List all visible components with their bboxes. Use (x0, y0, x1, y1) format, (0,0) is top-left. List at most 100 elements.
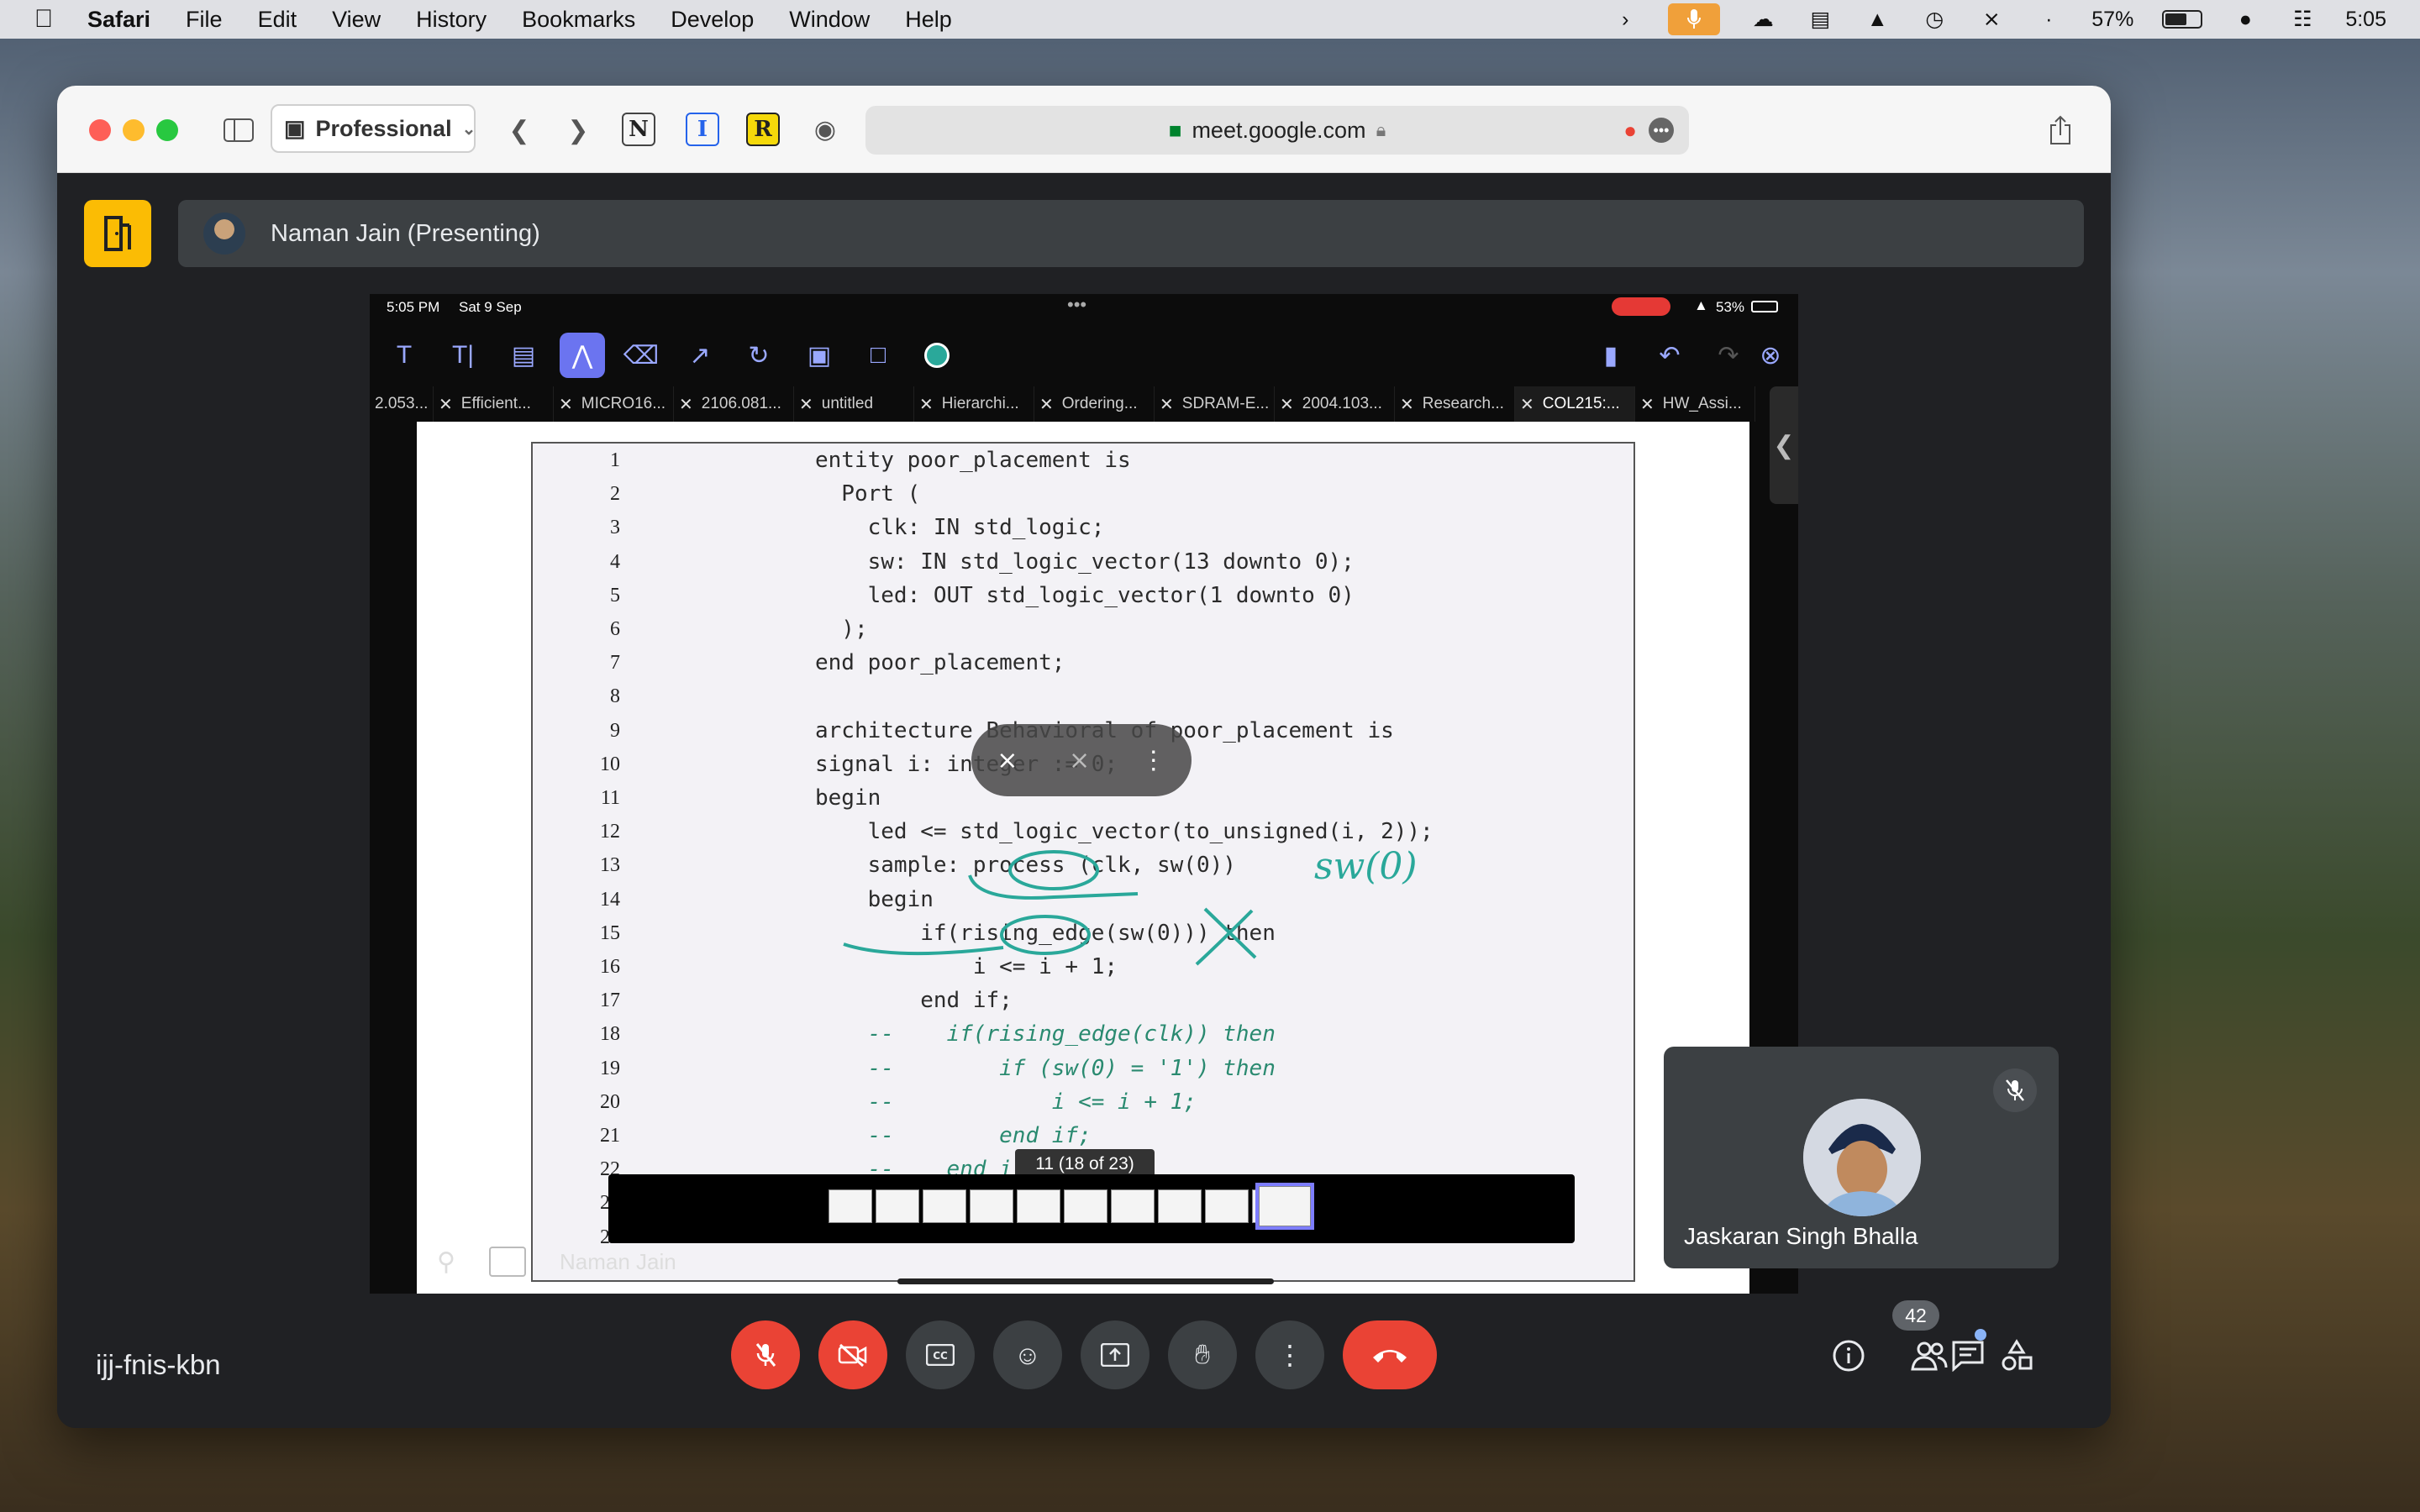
menu-window[interactable]: Window (789, 7, 870, 33)
battery-icon[interactable] (2162, 10, 2203, 29)
pen-tool-icon[interactable]: ⋀ (560, 333, 605, 378)
menu-view[interactable]: View (332, 7, 381, 33)
close-toolbar-icon[interactable]: ⊗ (1748, 333, 1793, 378)
unpin-icon[interactable]: ⨯ (997, 746, 1018, 775)
minimize-window-button[interactable] (123, 119, 145, 141)
close-tab-icon[interactable]: ✕ (679, 394, 693, 415)
back-button[interactable]: ❮ (502, 111, 536, 150)
page-thumbnail-selected[interactable] (1255, 1183, 1314, 1230)
close-tab-icon[interactable]: ✕ (1400, 394, 1414, 415)
mic-in-use-icon[interactable]: ● (1623, 118, 1637, 144)
chat-icon[interactable] (1948, 1336, 1988, 1376)
close-window-button[interactable] (89, 119, 111, 141)
drive-icon[interactable]: ▲ (1863, 7, 1891, 32)
pin-icon[interactable]: ⚲ (437, 1247, 455, 1277)
notion-extension-icon[interactable]: N (622, 113, 655, 146)
page-thumbnail[interactable] (876, 1189, 919, 1223)
doc-tab[interactable]: ✕ HW_Assi... (1635, 386, 1755, 422)
selection-tool-icon[interactable]: □ (855, 333, 901, 378)
page-thumbnail[interactable] (970, 1189, 1013, 1223)
menu-help[interactable]: Help (905, 7, 952, 33)
menu-edit[interactable]: Edit (258, 7, 297, 33)
menu-bookmarks[interactable]: Bookmarks (522, 7, 635, 33)
menu-file[interactable]: File (186, 7, 223, 33)
doc-tab[interactable]: ✕ Ordering... (1034, 386, 1155, 422)
chevron-right-icon[interactable]: › (1611, 7, 1639, 32)
page-thumbnail[interactable] (1064, 1189, 1107, 1223)
doc-tab[interactable]: ✕ Efficient... (434, 386, 554, 422)
menu-history[interactable]: History (416, 7, 487, 33)
comment-tool-icon[interactable]: ▤ (501, 333, 546, 378)
meeting-details-icon[interactable] (1828, 1336, 1869, 1376)
microphone-active-icon[interactable] (1668, 3, 1721, 35)
emoji-reactions-button[interactable]: ☺ (993, 1320, 1062, 1389)
doc-tab[interactable]: ✕ 2004.103... (1275, 386, 1395, 422)
doc-tab[interactable]: ✕ 2106.081... (674, 386, 794, 422)
page-thumbnail[interactable] (829, 1189, 872, 1223)
text-box-tool-icon[interactable]: T| (440, 333, 486, 378)
doc-tab[interactable]: ✕ Hierarchi... (914, 386, 1034, 422)
image-tool-icon[interactable]: ▣ (797, 333, 842, 378)
share-icon[interactable] (2044, 111, 2077, 150)
page-thumbnail[interactable] (1158, 1189, 1202, 1223)
eraser-tool-icon[interactable]: ⌫ (618, 333, 664, 378)
activities-icon[interactable] (1996, 1336, 2037, 1376)
doc-tab[interactable]: ✕ MICRO16... (554, 386, 674, 422)
line-tool-icon[interactable]: ↗ (677, 333, 723, 378)
user-icon[interactable]: ● (2231, 7, 2260, 32)
sidebar-toggle-icon[interactable] (220, 111, 257, 150)
close-tab-icon[interactable]: ✕ (439, 394, 453, 415)
close-tab-icon[interactable]: ✕ (799, 394, 813, 415)
undo-icon[interactable]: ↶ (1647, 333, 1692, 378)
text-tool-icon[interactable]: T (381, 333, 427, 378)
leave-call-button[interactable] (1343, 1320, 1437, 1389)
captions-button[interactable]: CC (906, 1320, 975, 1389)
page-thumbnail[interactable] (1111, 1189, 1155, 1223)
dot-icon[interactable]: · (2034, 7, 2063, 32)
time-machine-icon[interactable]: ◷ (1920, 7, 1949, 32)
muted-mic-icon[interactable]: ⨯ (1069, 746, 1090, 775)
participant-tile[interactable]: Jaskaran Singh Bhalla (1664, 1047, 2059, 1268)
more-options-icon[interactable]: ••• (1649, 118, 1674, 143)
redo-icon[interactable]: ↷ (1706, 333, 1751, 378)
cloud-icon[interactable]: ☁ (1749, 7, 1777, 32)
instapaper-extension-icon[interactable]: I (686, 113, 719, 146)
close-tab-icon[interactable]: ✕ (1640, 394, 1655, 415)
toggle-mic-button[interactable] (731, 1320, 800, 1389)
unmuted-slash-icon[interactable]: ⨯ (1977, 7, 2006, 32)
doc-tab-active[interactable]: ✕ COL215:... (1515, 386, 1635, 422)
menu-app-name[interactable]: Safari (87, 7, 150, 33)
page-thumbnail[interactable] (923, 1189, 966, 1223)
profile-selector[interactable]: ▣ Professional ⌄ (271, 104, 476, 153)
menubar-clock[interactable]: 5:05 (2345, 8, 2386, 32)
close-tab-icon[interactable]: ✕ (559, 394, 573, 415)
collapse-panel-icon[interactable]: ❮ (1770, 386, 1798, 504)
address-bar[interactable]: ■ meet.google.com 🔒︎ ● ••• (865, 106, 1689, 155)
people-icon[interactable] (1909, 1336, 1949, 1376)
card-icon[interactable]: ▤ (1806, 7, 1834, 32)
more-vert-icon[interactable]: ⋮ (1141, 746, 1166, 775)
close-tab-icon[interactable]: ✕ (919, 394, 934, 415)
apple-menu-icon[interactable]:  (0, 5, 87, 34)
color-picker-icon[interactable] (914, 333, 960, 378)
close-tab-icon[interactable]: ✕ (1280, 394, 1294, 415)
lasso-tool-icon[interactable]: ↻ (736, 333, 781, 378)
menu-develop[interactable]: Develop (671, 7, 754, 33)
companion-mode-icon[interactable] (84, 200, 151, 267)
more-options-button[interactable]: ⋮ (1255, 1320, 1324, 1389)
forward-button[interactable]: ❯ (561, 111, 595, 150)
close-tab-icon[interactable]: ✕ (1160, 394, 1174, 415)
zoom-window-button[interactable] (156, 119, 178, 141)
doc-tab[interactable]: ✕ SDRAM-E... (1155, 386, 1275, 422)
close-tab-icon[interactable]: ✕ (1520, 394, 1534, 415)
close-tab-icon[interactable]: ✕ (1039, 394, 1054, 415)
page-thumbnail[interactable] (1205, 1189, 1249, 1223)
control-center-icon[interactable]: ☷ (2288, 7, 2317, 32)
present-screen-button[interactable] (1081, 1320, 1150, 1389)
doc-tab[interactable]: ✕ Research... (1395, 386, 1515, 422)
doc-tab[interactable]: ✕ untitled (794, 386, 914, 422)
screen-recorder-extension-icon[interactable]: ◉ (808, 113, 842, 146)
raise-hand-button[interactable]: ✋︎ (1168, 1320, 1237, 1389)
doc-tab[interactable]: 2.053... (370, 386, 434, 422)
highlighter-icon[interactable]: ▮ (1588, 333, 1634, 378)
